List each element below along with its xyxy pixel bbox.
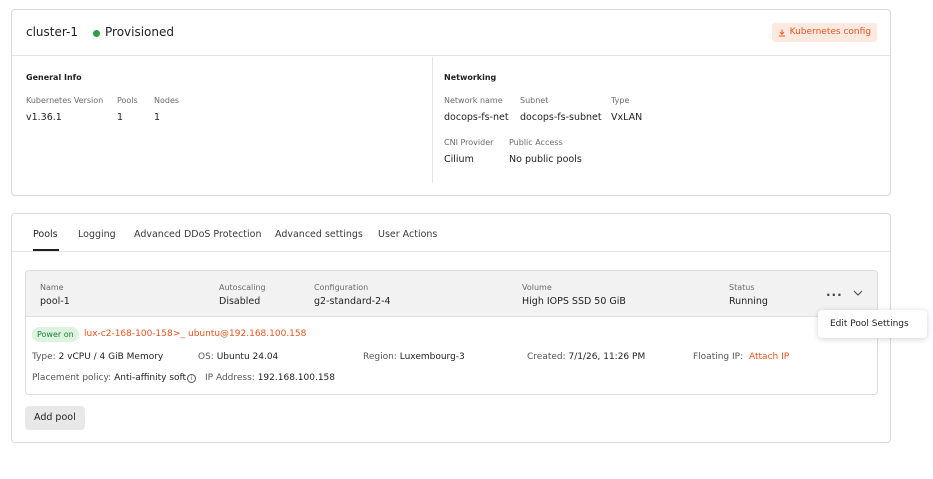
volume-value: High IOPS SSD 50 GiB bbox=[522, 296, 626, 307]
tab-advanced-ddos-protection[interactable]: Advanced DDoS Protection bbox=[134, 229, 262, 240]
cni-provider-label: CNI Provider bbox=[444, 138, 494, 147]
kubernetes-version-label: Kubernetes Version bbox=[26, 96, 104, 105]
cluster-status: Provisioned bbox=[105, 25, 175, 39]
download-icon bbox=[778, 29, 785, 36]
chevron-down-icon[interactable] bbox=[852, 288, 864, 298]
info-icon[interactable]: i bbox=[187, 374, 196, 383]
node-os: OS: Ubuntu 24.04 bbox=[198, 352, 278, 362]
tab-user-actions[interactable]: User Actions bbox=[378, 229, 437, 240]
kubernetes-config-label: Kubernetes config bbox=[789, 27, 871, 37]
node-type: Type: 2 vCPU / 4 GiB Memory bbox=[32, 352, 163, 362]
power-state-badge: Power on bbox=[32, 327, 79, 342]
node-os-label: OS: bbox=[198, 352, 214, 362]
nodes-count-label: Nodes bbox=[154, 96, 180, 105]
configuration-value: g2-standard-2-4 bbox=[314, 296, 391, 307]
nodes-count-value: 1 bbox=[154, 112, 161, 123]
volume-label: Volume bbox=[522, 283, 552, 292]
pool-status-label: Status bbox=[729, 283, 755, 292]
subnet-value: docops-fs-subnet bbox=[520, 112, 602, 123]
node-region: Region: Luxembourg-3 bbox=[363, 352, 465, 362]
placement-policy-label: Placement policy: bbox=[32, 373, 112, 383]
networking-title: Networking bbox=[444, 73, 497, 82]
node-ip-value: 192.168.100.158 bbox=[257, 373, 335, 383]
tab-logging[interactable]: Logging bbox=[78, 229, 116, 240]
public-access-value: No public pools bbox=[509, 154, 582, 165]
kubernetes-config-button[interactable]: Kubernetes config bbox=[771, 23, 877, 42]
node-ip-address: IP Address: 192.168.100.158 bbox=[205, 373, 335, 383]
cni-provider-value: Cilium bbox=[444, 154, 474, 165]
status-indicator-dot bbox=[93, 30, 100, 37]
edit-pool-settings-menu-item[interactable]: Edit Pool Settings bbox=[830, 319, 909, 329]
public-access-label: Public Access bbox=[509, 138, 563, 147]
network-name-label: Network name bbox=[444, 96, 503, 105]
network-type-value: VxLAN bbox=[611, 112, 643, 123]
node-created: Created: 7/1/26, 11:26 PM bbox=[527, 352, 645, 362]
cluster-details-card: Pools Logging Advanced DDoS Protection A… bbox=[11, 213, 891, 443]
placement-policy-value: Anti-affinity soft bbox=[114, 373, 187, 383]
pool-name-label: Name bbox=[40, 283, 64, 292]
configuration-label: Configuration bbox=[314, 283, 369, 292]
network-type-label: Type bbox=[611, 96, 630, 105]
kubernetes-version-value: v1.36.1 bbox=[26, 112, 62, 123]
cluster-overview-card: cluster-1 Provisioned Kubernetes config … bbox=[11, 9, 891, 196]
pools-count-label: Pools bbox=[117, 96, 138, 105]
network-name-value: docops-fs-net bbox=[444, 112, 509, 123]
node-created-value: 7/1/26, 11:26 PM bbox=[568, 352, 646, 362]
node-region-value: Luxembourg-3 bbox=[399, 352, 465, 362]
general-info-title: General Info bbox=[26, 73, 82, 82]
autoscaling-value: Disabled bbox=[219, 296, 261, 307]
placement-policy: Placement policy: Anti-affinity soft bbox=[32, 373, 186, 383]
pool-name-value: pool-1 bbox=[40, 296, 70, 307]
tab-bar: Pools Logging Advanced DDoS Protection A… bbox=[12, 214, 890, 252]
more-horizontal-icon[interactable]: ··· bbox=[826, 288, 843, 302]
tab-advanced-settings[interactable]: Advanced settings bbox=[275, 229, 363, 240]
node-region-label: Region: bbox=[363, 352, 397, 362]
node-hostname-link[interactable]: lux-c2-168-100-158 bbox=[84, 329, 173, 339]
node-os-value: Ubuntu 24.04 bbox=[216, 352, 279, 362]
node-created-label: Created: bbox=[527, 352, 566, 362]
cluster-header: cluster-1 Provisioned Kubernetes config bbox=[12, 10, 890, 56]
terminal-icon[interactable]: >_ bbox=[173, 329, 185, 339]
node-ip-label: IP Address: bbox=[205, 373, 255, 383]
pool-header-row[interactable]: Name pool-1 Autoscaling Disabled Configu… bbox=[26, 271, 877, 317]
active-tab-indicator bbox=[33, 249, 59, 251]
autoscaling-label: Autoscaling bbox=[219, 283, 266, 292]
floating-ip-label: Floating IP: bbox=[693, 352, 744, 362]
node-row: Power on lux-c2-168-100-158 >_ ubuntu@19… bbox=[26, 317, 877, 394]
node-type-label: Type: bbox=[32, 352, 56, 362]
attach-ip-link[interactable]: Attach IP bbox=[749, 352, 789, 362]
add-pool-button[interactable]: Add pool bbox=[25, 406, 85, 430]
tab-pools[interactable]: Pools bbox=[33, 229, 58, 240]
node-type-value: 2 vCPU / 4 GiB Memory bbox=[58, 352, 164, 362]
subnet-label: Subnet bbox=[520, 96, 549, 105]
pool-panel: Name pool-1 Autoscaling Disabled Configu… bbox=[25, 270, 878, 395]
cluster-name: cluster-1 bbox=[26, 25, 79, 39]
pools-count-value: 1 bbox=[117, 112, 124, 123]
section-divider bbox=[432, 57, 433, 183]
pool-actions-menu: Edit Pool Settings bbox=[818, 310, 927, 338]
pool-status-value: Running bbox=[729, 296, 768, 307]
node-ssh-link[interactable]: ubuntu@192.168.100.158 bbox=[188, 329, 306, 339]
